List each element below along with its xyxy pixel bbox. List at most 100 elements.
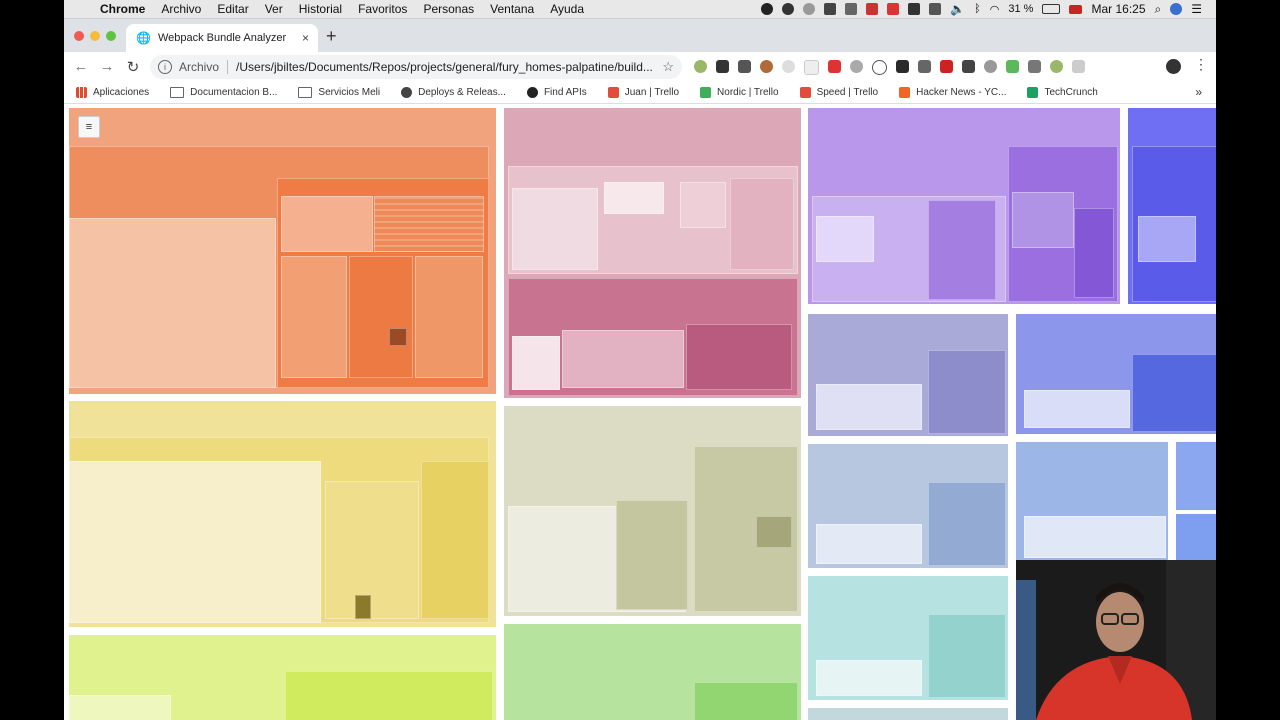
treemap-cell[interactable] [512,336,560,390]
bookmark-deploys[interactable]: Deploys & Releas... [389,86,515,98]
treemap-module-purple[interactable] [808,108,1120,304]
treemap-module-steel[interactable] [808,444,1008,568]
treemap-cell[interactable] [1138,216,1196,262]
bookmark-servicios-meli[interactable]: Servicios Meli [286,86,389,98]
treemap-cell[interactable] [928,614,1006,698]
treemap-module-sage[interactable] [504,406,801,616]
treemap-cell[interactable] [415,256,483,378]
extension-icon[interactable] [984,60,997,73]
address-url[interactable]: /Users/jbiltes/Documents/Repos/projects/… [236,60,653,74]
menu-editar[interactable]: Editar [209,0,256,18]
treemap-module-yellow[interactable] [69,401,496,627]
bookmark-techcrunch[interactable]: TechCrunch [1015,86,1106,98]
treemap-module-cornflower[interactable] [1016,442,1168,560]
treemap-module-cornflower[interactable] [1176,514,1216,560]
treemap-cell[interactable] [69,461,321,623]
status-app-icon[interactable] [803,3,816,15]
treemap-cell[interactable] [421,461,489,619]
tab-webpack-bundle-analyzer[interactable]: 🌐 Webpack Bundle Analyzer × [126,24,318,52]
profile-avatar[interactable] [1166,59,1181,74]
treemap-module-cornflower[interactable] [1176,442,1216,510]
status-app-icon[interactable] [824,3,837,15]
extension-icon[interactable] [694,60,707,73]
wifi-icon[interactable]: ◠ [990,3,1000,16]
bookmark-speed-trello[interactable]: Speed | Trello [788,86,888,98]
menu-historial[interactable]: Historial [291,0,350,18]
new-tab-button[interactable]: + [326,25,337,47]
info-icon[interactable]: i [158,60,172,74]
flag-icon[interactable] [1069,4,1083,14]
treemap-cell[interactable] [69,218,276,388]
extension-icon[interactable] [716,60,729,73]
treemap-cell[interactable] [680,182,726,228]
bookmark-aplicaciones[interactable]: Aplicaciones [64,86,158,98]
treemap-module-teal[interactable] [808,576,1008,700]
status-app-icon[interactable] [845,3,858,15]
extension-icon[interactable] [1050,60,1063,73]
treemap-cell[interactable] [816,524,922,564]
maximize-window-icon[interactable] [106,31,116,41]
treemap-cell[interactable] [389,328,407,346]
battery-icon[interactable] [1042,4,1061,14]
treemap-module-blue[interactable] [1128,108,1216,304]
extension-icon[interactable] [804,60,819,75]
treemap-cell[interactable] [928,200,996,300]
treemap-cell[interactable] [374,196,484,252]
treemap-cell[interactable] [281,256,347,378]
status-app-icon[interactable] [908,3,921,15]
extension-icon[interactable] [782,60,795,73]
treemap-cell[interactable] [616,500,688,610]
treemap-module-green[interactable] [504,624,801,720]
treemap-cell[interactable] [355,595,371,619]
status-app-icon[interactable] [782,3,795,15]
volume-icon[interactable]: 🔈 [950,2,965,16]
menu-ventana[interactable]: Ventana [482,0,542,18]
treemap-cell[interactable] [562,330,684,388]
reload-button[interactable]: ↻ [120,58,146,76]
clock[interactable]: Mar 16:25 [1091,2,1145,16]
treemap-module[interactable] [808,708,1008,720]
menu-ayuda[interactable]: Ayuda [542,0,592,18]
bookmark-find-apis[interactable]: Find APIs [515,86,596,98]
treemap-cell[interactable] [325,481,419,619]
extension-icon[interactable] [760,60,773,73]
extension-icon[interactable] [850,60,863,73]
notification-center-icon[interactable]: ☰ [1191,2,1202,16]
treemap-cell[interactable] [686,324,792,390]
menu-archivo[interactable]: Archivo [153,0,209,18]
treemap-module-lavender[interactable] [808,314,1008,436]
treemap-cell[interactable] [1074,208,1114,298]
treemap-cell[interactable] [349,256,413,378]
treemap-cell[interactable] [604,182,664,214]
status-app-icon[interactable] [887,3,900,15]
bookmark-hacker-news[interactable]: Hacker News - YC... [887,86,1015,98]
status-app-icon[interactable] [761,3,774,15]
treemap-cell[interactable] [730,178,794,270]
extension-icon[interactable] [1028,60,1041,73]
extension-icon[interactable] [1006,60,1019,73]
treemap-module-lime[interactable] [69,635,496,720]
chrome-menu-button[interactable]: ⋮ [1194,56,1208,73]
extension-icon[interactable] [940,60,953,73]
spotlight-icon[interactable]: ⌕ [1155,2,1162,17]
sidebar-toggle-button[interactable]: ≡ [78,116,100,138]
extension-icon[interactable] [962,60,975,73]
treemap-module-pink[interactable] [504,108,801,398]
extension-icon[interactable] [828,60,841,73]
more-bookmarks-button[interactable]: » [1195,85,1216,99]
extension-icon[interactable] [1072,60,1085,73]
treemap-module-orange[interactable] [69,108,496,394]
bluetooth-icon[interactable]: ᛒ [974,3,981,15]
treemap-cell[interactable] [694,682,798,720]
back-button[interactable]: ← [68,58,94,75]
close-window-icon[interactable] [74,31,84,41]
airplay-icon[interactable] [929,3,942,15]
treemap-cell[interactable] [816,660,922,696]
treemap-cell[interactable] [285,671,493,720]
minimize-window-icon[interactable] [90,31,100,41]
menu-chrome[interactable]: Chrome [92,0,153,18]
bookmark-star-icon[interactable]: ☆ [662,59,674,75]
bookmark-documentacion[interactable]: Documentacion B... [158,86,286,98]
bookmark-nordic-trello[interactable]: Nordic | Trello [688,86,788,98]
menu-personas[interactable]: Personas [415,0,482,18]
